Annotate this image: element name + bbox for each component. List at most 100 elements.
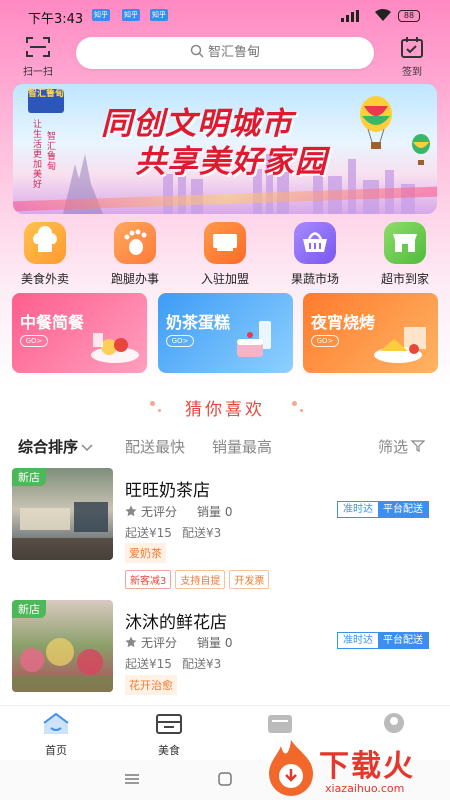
battery-indicator: 88 xyxy=(398,10,420,22)
wifi-icon xyxy=(373,7,393,27)
nav-profile[interactable] xyxy=(364,712,424,740)
promo-go-button: GO> xyxy=(166,335,194,347)
promo-go-button: GO> xyxy=(20,335,48,347)
store-name: 旺旺奶茶店 xyxy=(125,481,210,501)
food-box-icon xyxy=(156,714,182,734)
calendar-icon xyxy=(400,37,424,62)
promo-tag: 新客减3 xyxy=(125,570,172,589)
flame-logo-icon xyxy=(269,740,313,796)
decorative-dot xyxy=(300,409,303,412)
ontime-label: 准时达 xyxy=(338,502,378,517)
status-time: 下午3:43 xyxy=(28,12,84,27)
category-errands[interactable]: 跑腿办事 xyxy=(100,222,170,287)
sort-bar: 综合排序 配送最快 销量最高 筛选 xyxy=(0,427,450,463)
promo-banner[interactable]: 智汇鲁甸 让生活更加美好 智汇鲁甸 同创文明城市 共享美好家园 xyxy=(13,84,437,214)
shop-sign-icon xyxy=(204,222,246,264)
filter-label: 筛选 xyxy=(378,438,409,456)
store-sales: 销量 0 xyxy=(197,636,233,650)
sort-comprehensive[interactable]: 综合排序 xyxy=(18,436,94,457)
store-sales: 销量 0 xyxy=(197,505,233,519)
menu-icon[interactable] xyxy=(124,773,140,785)
cake-icon xyxy=(237,321,271,357)
nav-home[interactable]: 首页 xyxy=(26,712,86,758)
promo-title: 夜宵烧烤 xyxy=(311,313,376,332)
category-label: 超市到家 xyxy=(380,272,429,286)
watermark-title: 下载火 xyxy=(319,749,415,784)
guess-you-like-header: 猜你喜欢 xyxy=(0,385,450,427)
scan-label: 扫一扫 xyxy=(23,67,53,78)
store-category-tag: 爱奶茶 xyxy=(125,543,166,563)
rating-text: 无评分 xyxy=(141,636,178,650)
checkin-label: 签到 xyxy=(402,67,422,78)
section-title: 猜你喜欢 xyxy=(185,400,265,420)
decorative-dot xyxy=(158,409,161,412)
category-produce-market[interactable]: 果蔬市场 xyxy=(280,222,350,287)
rating-text: 无评分 xyxy=(141,505,178,519)
chevron-down-icon xyxy=(81,444,93,452)
order-icon xyxy=(268,715,292,733)
category-label: 美食外卖 xyxy=(20,272,69,286)
scan-button[interactable]: 扫一扫 xyxy=(16,36,60,78)
search-input[interactable]: 智汇鲁甸 xyxy=(76,37,374,69)
store-name: 沐沐的鲜花店 xyxy=(125,613,227,633)
delivery-labels: 准时达 平台配送 xyxy=(337,501,429,518)
store-tags: 新客减3 支持自提 开发票 xyxy=(125,569,273,589)
store-icon xyxy=(384,222,426,264)
checkin-button[interactable]: 签到 xyxy=(390,36,434,78)
delivery-fee: 配送¥3 xyxy=(182,526,222,540)
category-label: 果蔬市场 xyxy=(290,272,339,286)
banner-logo: 智汇鲁甸 xyxy=(28,89,64,113)
promo-card-chinese-food[interactable]: 中餐简餐 GO> xyxy=(12,293,147,373)
category-supermarket[interactable]: 超市到家 xyxy=(370,222,440,287)
sort-label: 综合排序 xyxy=(18,438,79,456)
delivery-labels: 准时达 平台配送 xyxy=(337,632,429,649)
footprint-icon xyxy=(114,222,156,264)
category-food-delivery[interactable]: 美食外卖 xyxy=(10,222,80,287)
banner-subheadline: 共享美好家园 xyxy=(135,144,327,180)
nav-orders[interactable] xyxy=(250,712,310,740)
category-grid: 美食外卖 跑腿办事 入驻加盟 果蔬市场 超市到家 xyxy=(0,222,450,290)
store-photo: 新店 xyxy=(12,468,113,560)
decorative-dot xyxy=(292,401,297,406)
nav-label: 美食 xyxy=(158,744,180,757)
category-join[interactable]: 入驻加盟 xyxy=(190,222,260,287)
promo-card-late-night-bbq[interactable]: 夜宵烧烤 GO> xyxy=(303,293,438,373)
min-order: 起送¥15 xyxy=(125,657,172,671)
store-card[interactable]: 新店 沐沐的鲜花店 无评分 销量 0 起送¥15 配送¥3 花开治愈 准时达 平台… xyxy=(0,594,450,705)
sort-top-sales[interactable]: 销量最高 xyxy=(212,436,272,457)
store-rating: 无评分 xyxy=(125,503,177,520)
nav-label: 首页 xyxy=(45,744,67,757)
banner-side-text: 让生活更加美好 xyxy=(33,120,43,190)
new-store-badge: 新店 xyxy=(12,468,46,486)
zhihu-notification-icon: 知乎 xyxy=(150,9,168,21)
category-label: 入驻加盟 xyxy=(200,272,249,286)
zhihu-notification-icon: 知乎 xyxy=(92,9,110,21)
service-tag: 开发票 xyxy=(229,570,270,589)
nav-food[interactable]: 美食 xyxy=(139,712,199,758)
home-square-icon[interactable] xyxy=(218,772,232,786)
hot-air-balloon-icon xyxy=(412,134,430,165)
store-photo: 新店 xyxy=(12,600,113,692)
signal-icon xyxy=(341,10,363,25)
sort-fastest-delivery[interactable]: 配送最快 xyxy=(125,436,185,457)
basket-icon xyxy=(294,222,336,264)
search-icon xyxy=(190,44,204,58)
star-icon xyxy=(125,505,137,517)
platform-delivery-label: 平台配送 xyxy=(378,633,428,648)
home-icon xyxy=(43,712,69,734)
profile-icon xyxy=(384,713,404,733)
promo-go-button: GO> xyxy=(311,335,339,347)
scan-icon xyxy=(26,37,50,62)
filter-button[interactable]: 筛选 xyxy=(378,436,426,457)
new-store-badge: 新店 xyxy=(12,600,46,618)
store-category-tag: 花开治愈 xyxy=(125,675,177,695)
promo-card-milk-tea[interactable]: 奶茶蛋糕 GO> xyxy=(158,293,293,373)
chef-hat-icon xyxy=(24,222,66,264)
min-order: 起送¥15 xyxy=(125,526,172,540)
store-card[interactable]: 新店 旺旺奶茶店 无评分 销量 0 起送¥15 配送¥3 爱奶茶 新客减3 支持自… xyxy=(0,463,450,593)
category-label: 跑腿办事 xyxy=(110,272,159,286)
watermark-url: xiazaihuo.com xyxy=(325,782,405,795)
service-tag: 支持自提 xyxy=(175,570,226,589)
promo-title: 中餐简餐 xyxy=(20,313,85,332)
search-placeholder: 智汇鲁甸 xyxy=(207,45,260,60)
